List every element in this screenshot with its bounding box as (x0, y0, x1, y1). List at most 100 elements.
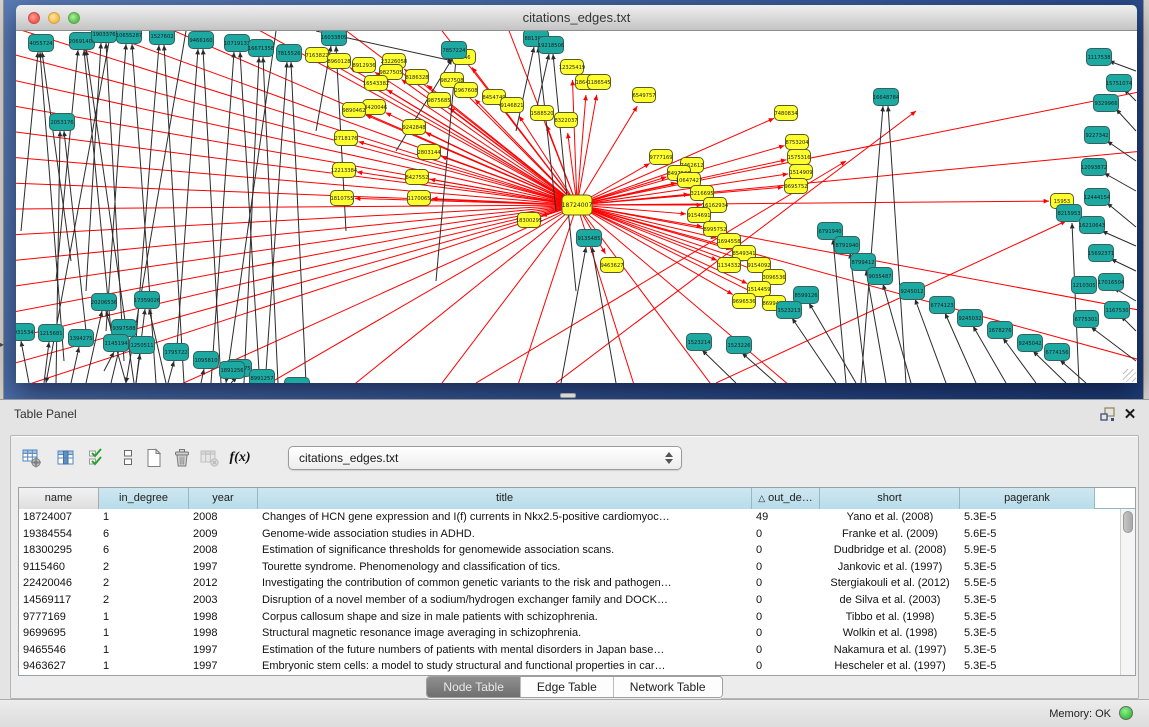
cell-out-de-[interactable]: 0 (752, 559, 820, 576)
minimize-traffic-light[interactable] (48, 12, 60, 24)
cell-out-de-[interactable]: 0 (752, 642, 820, 659)
select-all-checks-button[interactable] (85, 445, 111, 471)
cell-name[interactable]: 18300295 (19, 542, 99, 559)
network-node[interactable]: 8427552 (405, 170, 428, 185)
network-node[interactable]: 1588520 (530, 106, 553, 121)
network-node[interactable]: 16033809 (321, 31, 347, 46)
network-node[interactable]: 9035487 (868, 268, 893, 285)
close-traffic-light[interactable] (28, 12, 40, 24)
cell-pagerank[interactable]: 5.3E-5 (960, 642, 1095, 659)
cell-out-de-[interactable]: 0 (752, 625, 820, 642)
cell-short[interactable]: Nakamura et al. (1997) (820, 642, 960, 659)
table-row[interactable]: 1456911722003Disruption of a novel membe… (19, 592, 1120, 609)
network-node[interactable]: 18724007 (562, 195, 593, 215)
network-node[interactable]: 15692371 (1088, 245, 1114, 262)
network-node[interactable]: 1575316 (787, 150, 810, 165)
cell-short[interactable]: Franke et al. (2009) (820, 526, 960, 543)
network-node[interactable]: 9154691 (687, 208, 710, 223)
network-node[interactable]: 8791940 (835, 237, 860, 254)
cell-year[interactable]: 1997 (189, 559, 258, 576)
cell-in-degree[interactable]: 2 (99, 559, 189, 576)
network-node[interactable]: 1134332 (717, 258, 740, 273)
network-node[interactable]: 1523213 (777, 302, 802, 319)
cell-pagerank[interactable]: 5.3E-5 (960, 509, 1095, 526)
vertical-scrollbar[interactable] (1120, 509, 1135, 675)
network-node[interactable]: 12444154 (1084, 189, 1111, 206)
network-node[interactable]: 6774123 (930, 297, 955, 314)
network-node[interactable]: 1523214 (687, 334, 712, 351)
cell-name[interactable]: 9777169 (19, 609, 99, 626)
network-node[interactable]: 1523226 (727, 337, 752, 354)
cell-title[interactable]: Estimation of significance thresholds fo… (258, 542, 752, 559)
network-node[interactable]: 9245012 (900, 283, 925, 300)
network-node[interactable]: 1678276 (988, 322, 1013, 339)
network-node[interactable]: 16543382 (363, 76, 389, 91)
network-node[interactable]: 9890462 (342, 103, 365, 118)
cell-title[interactable]: Structural magnetic resonance image aver… (258, 625, 752, 642)
network-node[interactable]: 1167530 (1105, 302, 1130, 319)
cell-title[interactable]: Tourette syndrome. Phenomenology and cla… (258, 559, 752, 576)
cell-short[interactable]: Hescheler et al. (1997) (820, 658, 960, 675)
cell-name[interactable]: 22420046 (19, 575, 99, 592)
network-node[interactable]: 9227342 (1085, 127, 1110, 144)
column-header-in-degree[interactable]: in_degree (99, 488, 189, 509)
network-node[interactable]: 1095810 (194, 352, 219, 369)
network-node[interactable]: 10655287 (116, 31, 142, 44)
cell-in-degree[interactable]: 1 (99, 658, 189, 675)
cell-in-degree[interactable]: 1 (99, 509, 189, 526)
cell-year[interactable]: 2012 (189, 575, 258, 592)
network-node[interactable]: 8753204 (785, 135, 809, 150)
cell-name[interactable]: 9115460 (19, 559, 99, 576)
cell-out-de-[interactable]: 49 (752, 509, 820, 526)
window-titlebar[interactable]: citations_edges.txt (16, 5, 1137, 31)
cell-title[interactable]: Estimation of the future numbers of pati… (258, 642, 752, 659)
network-node[interactable]: 1117538 (1087, 49, 1112, 66)
network-node[interactable]: 1210305 (1072, 277, 1097, 294)
network-node[interactable]: 6774156 (1045, 344, 1070, 361)
cell-title[interactable]: Changes of HCN gene expression and I(f) … (258, 509, 752, 526)
network-node[interactable]: 19218506 (538, 37, 564, 54)
cell-out-de-[interactable]: 0 (752, 542, 820, 559)
network-node[interactable]: 9242848 (402, 120, 425, 135)
table-select-dropdown[interactable]: citations_edges.txt (288, 446, 682, 470)
network-node[interactable]: 9329966 (1094, 95, 1119, 112)
cell-name[interactable]: 9463627 (19, 658, 99, 675)
table-row[interactable]: 1938455462009Genome-wide association stu… (19, 526, 1120, 543)
show-columns-button[interactable] (53, 445, 79, 471)
network-node[interactable]: 9463627 (600, 258, 623, 273)
table-row[interactable]: 911546021997Tourette syndrome. Phenomeno… (19, 559, 1120, 576)
network-node[interactable]: 1145194 (104, 335, 129, 352)
close-icon[interactable]: ✕ (1121, 406, 1139, 424)
cell-year[interactable]: 2009 (189, 526, 258, 543)
network-node[interactable]: 8215953 (1057, 205, 1082, 222)
network-node[interactable]: 4055724 (29, 35, 54, 52)
new-document-button[interactable] (141, 445, 167, 471)
network-node[interactable]: 1186545 (587, 75, 610, 90)
table-row[interactable]: 1830029562008Estimation of significance … (19, 542, 1120, 559)
cell-pagerank[interactable]: 5.3E-5 (960, 625, 1095, 642)
network-node[interactable]: 16210643 (1079, 217, 1105, 234)
network-node[interactable]: 6549757 (632, 88, 655, 103)
network-node[interactable]: 8960128 (327, 54, 350, 69)
table-row[interactable]: 946362711997Embryonic stem cells: a mode… (19, 658, 1120, 675)
network-node[interactable]: 1215681 (39, 325, 64, 342)
network-node[interactable]: 1170065 (407, 191, 430, 206)
network-node[interactable]: 8599126 (794, 287, 819, 304)
network-node[interactable]: 2803144 (417, 145, 441, 160)
cell-short[interactable]: Yano et al. (2008) (820, 509, 960, 526)
cell-year[interactable]: 1997 (189, 658, 258, 675)
network-node[interactable]: 9696536 (732, 294, 755, 309)
cell-short[interactable]: Jankovic et al. (1997) (820, 559, 960, 576)
column-header-short[interactable]: short (820, 488, 960, 509)
network-node[interactable]: 8912936 (352, 58, 375, 73)
network-node[interactable]: 7857224 (442, 42, 467, 59)
zoom-traffic-light[interactable] (68, 12, 80, 24)
cell-short[interactable]: Tibbo et al. (1998) (820, 609, 960, 626)
column-header-name[interactable]: name (19, 488, 99, 509)
cell-year[interactable]: 1998 (189, 625, 258, 642)
column-header-year[interactable]: year (189, 488, 258, 509)
cell-name[interactable]: 9699695 (19, 625, 99, 642)
network-node[interactable]: 17016504 (1098, 274, 1125, 291)
cell-short[interactable]: Wolkin et al. (1998) (820, 625, 960, 642)
tab-network-table[interactable]: Network Table (613, 677, 722, 697)
